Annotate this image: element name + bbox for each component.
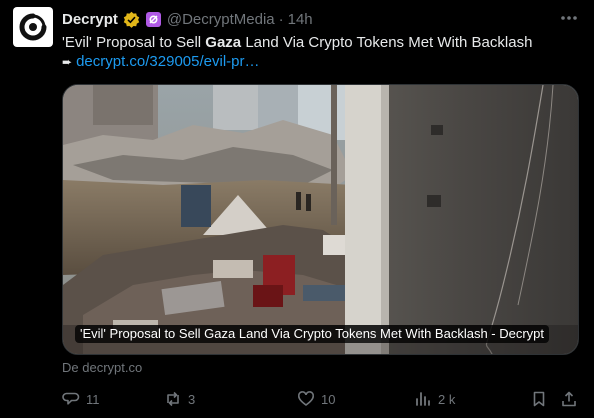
decrypt-logo-icon [19,13,47,41]
card-caption: 'Evil' Proposal to Sell Gaza Land Via Cr… [75,325,550,343]
card-source[interactable]: De decrypt.co [62,360,142,375]
tweet-text-after: Land Via Crypto Tokens Met With Backlash [241,34,533,51]
bookmark-button[interactable] [530,388,548,410]
bookmark-icon [533,391,545,407]
views-icon [416,392,430,406]
tweet-text-bold[interactable]: Gaza [205,34,241,51]
tweet-text: 'Evil' Proposal to Sell Gaza Land Via Cr… [62,33,532,53]
views-button[interactable]: 2 k [414,388,455,410]
card-image [63,85,578,354]
like-icon [297,391,315,406]
handle[interactable]: @DecryptMedia [167,11,275,28]
timestamp[interactable]: 14h [288,11,313,28]
reply-button[interactable]: 11 [62,388,100,410]
arrow-icon: ➨ [62,55,73,69]
views-count: 2 k [438,391,456,407]
reply-icon [62,392,80,405]
affiliate-badge-icon[interactable] [145,11,161,27]
like-button[interactable]: 10 [297,388,335,410]
avatar[interactable] [13,7,53,47]
repost-count: 3 [188,391,196,407]
reply-count: 11 [86,391,100,407]
repost-icon [167,391,179,407]
like-count: 10 [321,391,336,407]
repost-button[interactable]: 3 [164,388,195,410]
tweet-link[interactable]: decrypt.co/329005/evil-pr… [76,52,259,72]
share-icon [562,391,576,407]
separator-dot: · [278,10,284,28]
more-icon [561,16,577,20]
tweet-text-before: 'Evil' Proposal to Sell [62,34,206,51]
verified-badge-icon [123,11,140,28]
more-button[interactable] [558,9,580,27]
link-card[interactable]: 'Evil' Proposal to Sell Gaza Land Via Cr… [62,84,579,355]
tweet: Decrypt @DecryptMedia · 14h 'Evil' Propo… [0,0,594,418]
tweet-link-line: ➨ decrypt.co/329005/evil-pr… [62,52,260,72]
share-button[interactable] [560,388,578,410]
display-name[interactable]: Decrypt [62,11,118,28]
action-bar: 11 3 10 2 k [62,388,580,410]
tweet-header: Decrypt @DecryptMedia · 14h [62,9,313,29]
